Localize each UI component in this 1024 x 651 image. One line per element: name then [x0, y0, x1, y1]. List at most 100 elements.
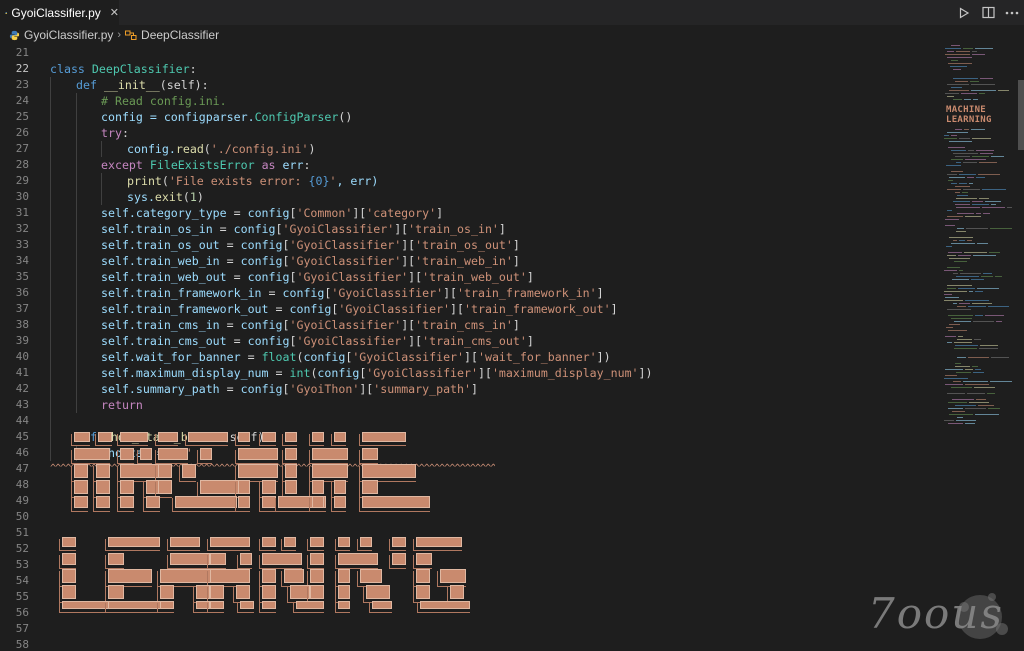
minimap-line	[995, 276, 1002, 277]
minimap-line	[951, 135, 957, 136]
module: sys.	[127, 190, 155, 204]
watermark-text: 7oous	[868, 589, 1004, 638]
minimap-line	[975, 291, 983, 292]
minimap-line	[949, 324, 960, 325]
code-line-29: print('File exists error: {0}', err)	[0, 173, 938, 189]
line-number-text: 50	[15, 510, 29, 523]
breadcrumb-file[interactable]: GyoiClassifier.py	[9, 28, 113, 42]
minimap-line	[976, 399, 986, 400]
minimap-line	[953, 99, 962, 100]
minimap-line	[955, 366, 970, 367]
keyword: try	[101, 126, 122, 140]
minimap-line	[979, 198, 989, 199]
keyword: def	[76, 78, 97, 92]
code-editor[interactable]: 21 22 23 24 25 26 27 28 29 30 31 32 33 34 35 36 37 38 39 40…	[0, 45, 938, 651]
art-block-outline	[293, 603, 324, 613]
var: config.	[127, 142, 176, 156]
minimap-line	[945, 297, 959, 298]
line-number: 58	[0, 637, 40, 651]
code-line: self.train_web_out = config['GyoiClassif…	[0, 269, 938, 285]
minimap-line	[951, 87, 962, 88]
minimap-line	[946, 165, 961, 166]
code-line-24: # Read config.ini.	[0, 93, 938, 109]
minimap-line	[961, 93, 977, 94]
minimap-line	[947, 174, 957, 175]
minimap-line	[953, 240, 957, 241]
minimap-line	[947, 216, 963, 217]
scrollbar-thumb[interactable]	[1018, 80, 1024, 150]
code-line: self.train_web_in = config['GyoiClassifi…	[0, 253, 938, 269]
art-block-outline	[207, 555, 226, 569]
minimap-line	[991, 357, 1009, 358]
minimap-line	[949, 90, 969, 91]
minimap-line	[963, 189, 980, 190]
minimap-line	[958, 288, 975, 289]
minimap-line	[945, 54, 970, 55]
minimap-line	[962, 192, 968, 193]
minimap-line	[969, 402, 989, 403]
split-editor-icon[interactable]	[976, 2, 1000, 24]
chevron-right-icon: ›	[117, 29, 122, 41]
minimap-line	[948, 147, 965, 148]
python-file-icon	[5, 11, 8, 14]
minimap-line	[947, 57, 972, 58]
art-block-outline	[71, 498, 88, 512]
minimap-line	[979, 93, 985, 94]
module: = configparser.	[142, 110, 255, 124]
art-block-outline	[179, 466, 196, 482]
minimap-line	[957, 195, 968, 196]
minimap-line	[972, 366, 978, 367]
minimap-line	[956, 162, 961, 163]
minimap-line	[955, 363, 961, 364]
minimap-line	[966, 228, 988, 229]
attribute: self.train_framework_out	[101, 302, 269, 316]
art-block-outline	[389, 555, 406, 569]
minimap-line	[958, 336, 963, 337]
line-number-text: 56	[15, 606, 29, 619]
minimap-line	[991, 156, 1004, 157]
minimap-line	[947, 393, 965, 394]
punct: (	[203, 142, 211, 156]
run-icon[interactable]	[952, 2, 976, 24]
minimap-line	[953, 69, 961, 70]
code-line: self.train_framework_out = config['GyoiC…	[0, 301, 938, 317]
minimap-line	[969, 291, 973, 292]
minimap-line	[971, 84, 995, 85]
minimap-line	[945, 48, 961, 49]
more-actions-icon[interactable]	[1000, 2, 1024, 24]
minimap-line	[983, 213, 990, 214]
art-block-outline	[335, 555, 378, 569]
punct: )	[196, 190, 204, 204]
minimap-line	[971, 90, 996, 91]
line-number: 51	[0, 525, 40, 541]
minimap-line	[948, 63, 972, 64]
art-block-outline	[172, 498, 237, 512]
minimap-line	[955, 204, 970, 205]
string: './config.ini'	[210, 142, 309, 156]
minimap-line	[968, 357, 989, 358]
breadcrumb-symbol[interactable]: DeepClassifier	[125, 28, 219, 42]
line-number-text: 55	[15, 590, 29, 603]
minimap-line	[965, 369, 973, 370]
format-placeholder: {0}	[308, 174, 330, 188]
tab-gyoiclassifier[interactable]: GyoiClassifier.py ✕	[0, 0, 119, 25]
art-block-outline	[95, 434, 112, 446]
breadcrumb-file-label: GyoiClassifier.py	[24, 28, 114, 42]
var: config	[101, 110, 143, 124]
minimap-line	[948, 423, 963, 424]
minimap-line	[951, 60, 958, 61]
minimap-line	[965, 300, 989, 301]
minimap-line	[944, 420, 954, 421]
minimap-line	[970, 81, 979, 82]
minimap[interactable]: MACHINE LEARNING	[940, 45, 1018, 429]
line-number: 57	[0, 621, 40, 637]
string: 'train_os_in'	[408, 222, 499, 236]
minimap-line	[974, 387, 995, 388]
close-icon[interactable]: ✕	[110, 6, 119, 19]
minimap-line	[948, 408, 963, 409]
minimap-line	[944, 294, 952, 295]
punct: )	[308, 142, 316, 156]
punct: :	[303, 158, 311, 172]
minimap-line	[947, 267, 960, 268]
minimap-line	[953, 78, 978, 79]
